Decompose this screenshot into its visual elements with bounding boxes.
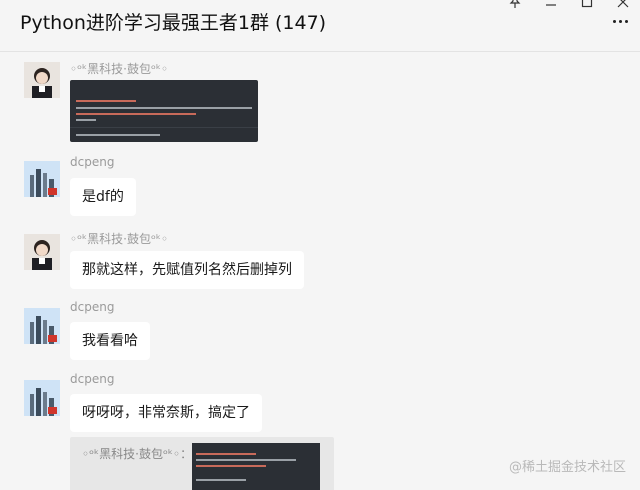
message-bubble[interactable]: 呀呀呀，非常奈斯，搞定了 xyxy=(70,394,262,432)
chat-area[interactable]: ◦ᵒᵏ黑科技·鼓包ᵒᵏ◦ dcpeng 是df的 ◦ᵒᵏ黑科技·鼓包ᵒᵏ◦ 那就… xyxy=(0,52,640,490)
sender-name: ◦ᵒᵏ黑科技·鼓包ᵒᵏ◦ xyxy=(70,62,169,76)
message-bubble[interactable]: 是df的 xyxy=(70,178,136,216)
sender-name: ◦ᵒᵏ黑科技·鼓包ᵒᵏ◦ xyxy=(70,232,169,246)
pin-icon[interactable] xyxy=(508,0,522,8)
sender-name: dcpeng xyxy=(70,155,115,169)
more-icon[interactable] xyxy=(613,20,628,23)
code-image[interactable] xyxy=(70,80,258,142)
avatar[interactable] xyxy=(24,308,60,344)
minimize-icon[interactable] xyxy=(544,0,558,8)
sender-name: dcpeng xyxy=(70,372,115,386)
close-icon[interactable] xyxy=(616,0,630,8)
sender-name: dcpeng xyxy=(70,300,115,314)
message-bubble[interactable]: 我看看哈 xyxy=(70,322,150,360)
title-bar: Python进阶学习最强王者1群 (147) xyxy=(0,0,640,52)
watermark: @稀土掘金技术社区 xyxy=(508,460,626,475)
avatar[interactable] xyxy=(24,380,60,416)
message-bubble[interactable]: 那就这样，先赋值列名然后删掉列 xyxy=(70,251,304,289)
avatar[interactable] xyxy=(24,62,60,98)
chat-title: Python进阶学习最强王者1群 (147) xyxy=(20,12,327,34)
avatar[interactable] xyxy=(24,234,60,270)
quote-text: ◦ᵒᵏ黑科技·鼓包ᵒᵏ◦： xyxy=(82,447,193,461)
quote-image[interactable] xyxy=(192,443,320,490)
quote-block[interactable]: ◦ᵒᵏ黑科技·鼓包ᵒᵏ◦： xyxy=(70,437,334,490)
avatar[interactable] xyxy=(24,161,60,197)
maximize-icon[interactable] xyxy=(580,0,594,8)
